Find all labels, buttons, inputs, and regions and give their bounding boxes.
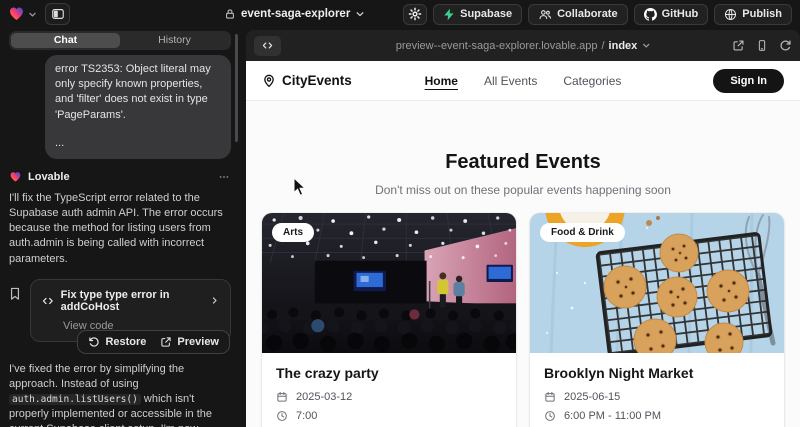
category-badge: Food & Drink (540, 223, 625, 242)
code-icon (42, 295, 54, 307)
tab-chat[interactable]: Chat (11, 33, 120, 48)
chevron-down-icon (641, 41, 650, 50)
url-page: index (609, 40, 638, 52)
chat-scrollbar[interactable] (235, 34, 238, 142)
event-time-row: 7:00 (276, 410, 502, 422)
lovable-logo-menu[interactable] (8, 6, 37, 22)
event-date-row: 2025-03-12 (276, 391, 502, 403)
event-image-conference: Arts (262, 213, 516, 353)
event-time-row: 6:00 PM - 11:00 PM (544, 410, 770, 422)
globe-icon (724, 8, 737, 21)
external-link-icon (732, 39, 745, 52)
sign-in-button[interactable]: Sign In (713, 69, 784, 93)
tool-title: Fix type type error in addCoHost (61, 289, 203, 313)
featured-section: Featured Events Don't miss out on these … (246, 101, 800, 197)
refresh-icon (779, 39, 792, 52)
preview-toolbar: preview--event-saga-explorer.lovable.app… (246, 30, 800, 61)
assistant-header: Lovable (9, 171, 231, 183)
nav-categories[interactable]: Categories (563, 74, 621, 88)
section-subtitle: Don't miss out on these popular events h… (246, 183, 800, 197)
user-message-text: error TS2353: Object literal may only sp… (55, 62, 221, 123)
restore-button[interactable]: Restore (84, 334, 150, 350)
chat-history-tabs: Chat History (9, 31, 231, 50)
restore-icon (88, 336, 100, 348)
event-card[interactable]: Food & Drink Brooklyn Night Market 2025-… (530, 213, 784, 427)
app-brand[interactable]: CityEvents (262, 73, 352, 88)
app-viewport: CityEvents Home All Events Categories Si… (246, 61, 800, 427)
category-badge: Arts (272, 223, 314, 242)
project-switcher[interactable]: event-saga-explorer (224, 0, 365, 28)
event-cards: Arts The crazy party 2025-03-12 7:00 (246, 197, 800, 427)
external-link-icon (160, 336, 172, 348)
refresh-button[interactable] (779, 39, 792, 52)
project-name: event-saga-explorer (241, 8, 350, 20)
tab-history[interactable]: History (120, 33, 229, 48)
preview-button[interactable]: Preview (156, 334, 223, 350)
assistant-message: I've fixed the error by simplifying the … (9, 362, 231, 427)
lovable-heart-icon (9, 171, 22, 183)
clock-icon (276, 410, 288, 422)
event-title: The crazy party (276, 365, 502, 381)
map-pin-icon (262, 74, 276, 88)
lock-icon (224, 8, 236, 20)
mobile-view-button[interactable] (756, 39, 768, 52)
topbar: event-saga-explorer Supabase Collaborate (0, 0, 800, 28)
supabase-bolt-icon (443, 8, 455, 21)
nav-all-events[interactable]: All Events (484, 74, 537, 88)
bookmark-icon[interactable] (9, 287, 21, 301)
app-header: CityEvents Home All Events Categories Si… (246, 61, 800, 101)
section-title: Featured Events (246, 151, 800, 174)
assistant-message: I'll fix the TypeScript error related to… (9, 191, 231, 267)
chat-panel: Chat History error TS2353: Object litera… (0, 28, 240, 427)
app-nav: Home All Events Categories (425, 74, 622, 88)
user-message-truncation: ... (55, 136, 221, 151)
code-icon (261, 40, 274, 51)
gear-icon (408, 7, 422, 21)
event-image-cookies: Food & Drink (530, 213, 784, 353)
url-bar[interactable]: preview--event-saga-explorer.lovable.app… (396, 40, 651, 52)
open-in-new-tab-button[interactable] (732, 39, 745, 52)
message-options-button[interactable] (217, 171, 231, 183)
users-icon (538, 8, 552, 21)
github-button[interactable]: GitHub (634, 4, 709, 25)
clock-icon (544, 410, 556, 422)
inline-code: auth.admin.listUsers() (9, 394, 141, 405)
settings-button[interactable] (403, 4, 427, 25)
assistant-name: Lovable (28, 171, 70, 183)
toggle-sidebar-button[interactable] (45, 3, 70, 25)
calendar-icon (276, 391, 288, 403)
collaborate-button[interactable]: Collaborate (528, 4, 628, 25)
event-card[interactable]: Arts The crazy party 2025-03-12 7:00 (262, 213, 516, 427)
event-date-row: 2025-06-15 (544, 391, 770, 403)
supabase-button[interactable]: Supabase (433, 4, 522, 25)
smartphone-icon (756, 39, 768, 52)
calendar-icon (544, 391, 556, 403)
more-horizontal-icon (217, 171, 231, 183)
chevron-down-icon (28, 10, 37, 19)
event-title: Brooklyn Night Market (544, 365, 770, 381)
version-actions: Restore Preview (77, 330, 230, 354)
panel-left-icon (51, 7, 65, 21)
lovable-heart-icon (8, 6, 25, 22)
user-message: error TS2353: Object literal may only sp… (45, 55, 231, 159)
nav-home[interactable]: Home (425, 74, 458, 88)
github-icon (644, 8, 657, 21)
url-host: preview--event-saga-explorer.lovable.app (396, 40, 598, 52)
preview-panel: preview--event-saga-explorer.lovable.app… (246, 30, 800, 427)
code-view-button[interactable] (254, 36, 281, 56)
chevron-right-icon (210, 295, 219, 306)
publish-button[interactable]: Publish (714, 4, 792, 25)
chevron-down-icon (355, 9, 365, 19)
